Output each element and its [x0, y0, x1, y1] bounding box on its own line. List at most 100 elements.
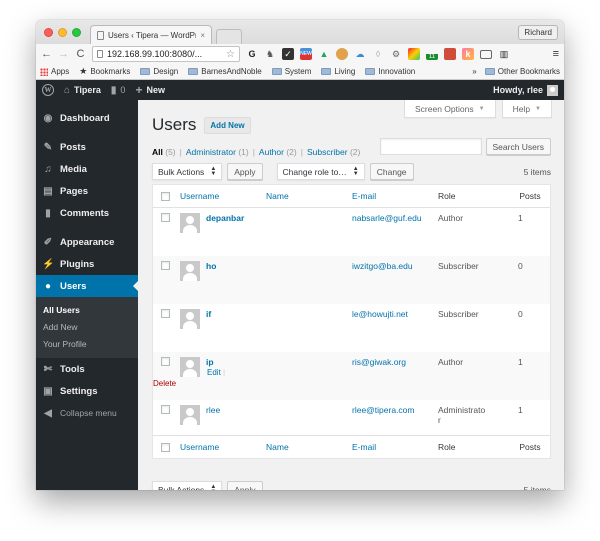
- select-all-checkbox[interactable]: [161, 442, 170, 452]
- menu-posts[interactable]: ✎ Posts: [36, 136, 138, 158]
- column-posts: Posts: [519, 442, 541, 452]
- bookmark-star-icon[interactable]: ☆: [226, 49, 235, 60]
- bulk-actions-select[interactable]: Bulk Actions ▲▼: [152, 163, 223, 180]
- folder-icon: [321, 68, 332, 75]
- menu-tools[interactable]: ✄ Tools: [36, 358, 138, 380]
- bookmark-bookmarks[interactable]: ★ Bookmarks: [79, 66, 130, 77]
- bookmark-design[interactable]: Design: [140, 67, 178, 76]
- username-link[interactable]: ho: [206, 261, 216, 281]
- settings-icon: ▣: [43, 385, 53, 397]
- close-tab-icon[interactable]: ×: [200, 31, 205, 40]
- cloud-icon[interactable]: ☁: [354, 48, 366, 60]
- chrome-new-icon[interactable]: NEW: [300, 48, 312, 60]
- address-bar[interactable]: 192.168.99.100:8080/... ☆: [92, 46, 240, 62]
- change-role-select[interactable]: Change role to… ▲ ▼: [276, 163, 365, 180]
- bulk-actions-select[interactable]: Bulk Actions ▲▼: [152, 481, 223, 490]
- edit-user-link[interactable]: Edit: [207, 368, 221, 377]
- cast-icon[interactable]: [480, 49, 492, 59]
- bookmark-other[interactable]: Other Bookmarks: [484, 67, 560, 76]
- screen-options-button[interactable]: Screen Options ▼: [404, 100, 496, 118]
- row-checkbox[interactable]: [161, 357, 170, 366]
- select-all-checkbox[interactable]: [161, 191, 170, 201]
- grammarly-icon[interactable]: G: [246, 48, 258, 60]
- search-users-button[interactable]: Search Users: [485, 138, 551, 155]
- filter-administrator[interactable]: Administrator (1): [186, 147, 249, 157]
- row-checkbox[interactable]: [161, 309, 170, 318]
- menu-settings[interactable]: ▣ Settings: [36, 380, 138, 402]
- reload-button[interactable]: C: [75, 48, 86, 60]
- gear-icon[interactable]: ⚙: [390, 48, 402, 60]
- profile-button[interactable]: Richard: [518, 25, 558, 40]
- bookmark-living[interactable]: Living: [321, 67, 355, 76]
- submenu-add-new[interactable]: Add New: [36, 318, 138, 335]
- traffic-light-icon[interactable]: ▥: [498, 48, 510, 60]
- close-window-button[interactable]: [44, 28, 53, 37]
- new-content-link[interactable]: + New: [135, 83, 165, 97]
- apply-button[interactable]: Apply: [227, 481, 263, 490]
- cookie-icon[interactable]: [336, 48, 348, 60]
- submenu-all-users[interactable]: All Users: [36, 301, 138, 318]
- comments-link[interactable]: ▮ 0: [111, 85, 126, 96]
- zoom-window-button[interactable]: [72, 28, 81, 37]
- change-role-button[interactable]: Change: [369, 163, 414, 180]
- email-link[interactable]: ris@giwak.org: [352, 357, 406, 367]
- username-link[interactable]: rlee: [206, 405, 220, 425]
- collapse-menu-button[interactable]: ◀ Collapse menu: [36, 402, 138, 424]
- menu-media[interactable]: ♫ Media: [36, 158, 138, 180]
- minimize-window-button[interactable]: [58, 28, 67, 37]
- bookmarks-overflow-button[interactable]: »: [472, 67, 476, 76]
- my-account-link[interactable]: Howdy, rlee: [493, 84, 558, 96]
- browser-tab[interactable]: Users ‹ Tipera — WordPress ×: [90, 25, 212, 45]
- bookmark-label: Bookmarks: [90, 67, 131, 76]
- column-email[interactable]: E-mail: [352, 442, 438, 452]
- forward-button[interactable]: →: [58, 48, 69, 60]
- filter-author[interactable]: Author (2): [259, 147, 297, 157]
- menu-plugins[interactable]: ⚡ Plugins: [36, 253, 138, 275]
- menu-pages[interactable]: ▤ Pages: [36, 180, 138, 202]
- activity-badge-icon[interactable]: 11: [426, 48, 438, 60]
- column-username[interactable]: Username: [180, 442, 266, 452]
- username-link[interactable]: if: [206, 309, 211, 329]
- color-app-icon[interactable]: [408, 48, 420, 60]
- filter-all[interactable]: All (5): [152, 147, 176, 157]
- email-link[interactable]: le@howujti.net: [352, 309, 408, 319]
- google-drive-icon[interactable]: ▲: [318, 48, 330, 60]
- bookmark-apps[interactable]: Apps: [40, 67, 69, 76]
- menu-icon[interactable]: ≡: [553, 48, 559, 60]
- row-checkbox[interactable]: [161, 405, 170, 414]
- email-link[interactable]: rlee@tipera.com: [352, 405, 414, 415]
- add-new-user-button[interactable]: Add New: [204, 116, 251, 134]
- back-button[interactable]: ←: [41, 48, 52, 60]
- delete-user-link[interactable]: Delete: [153, 379, 225, 388]
- submenu-your-profile[interactable]: Your Profile: [36, 335, 138, 352]
- apply-button[interactable]: Apply: [227, 163, 263, 180]
- row-checkbox[interactable]: [161, 261, 170, 270]
- new-tab-button[interactable]: [216, 29, 242, 44]
- bookmark-barnesandnoble[interactable]: BarnesAndNoble: [188, 67, 262, 76]
- username-link[interactable]: depanbar: [206, 213, 244, 233]
- column-name[interactable]: Name: [266, 442, 352, 452]
- filter-subscriber[interactable]: Subscriber (2): [307, 147, 360, 157]
- column-name[interactable]: Name: [266, 191, 352, 201]
- column-username[interactable]: Username: [180, 191, 266, 201]
- menu-appearance[interactable]: ✐ Appearance: [36, 231, 138, 253]
- menu-users[interactable]: ● Users: [36, 275, 138, 297]
- filter-label: Administrator: [185, 147, 236, 157]
- email-link[interactable]: nabsarle@guf.edu: [352, 213, 422, 223]
- menu-dashboard[interactable]: ◉ Dashboard: [36, 107, 138, 129]
- evernote-icon[interactable]: ♞: [264, 48, 276, 60]
- bookmark-system[interactable]: System: [271, 67, 311, 76]
- email-link[interactable]: iwzitgo@ba.edu: [352, 261, 413, 271]
- red-book-icon[interactable]: [444, 48, 456, 60]
- checkmark-icon[interactable]: ✓: [282, 48, 294, 60]
- bookmark-innovation[interactable]: Innovation: [365, 67, 415, 76]
- site-name-link[interactable]: ⌂ Tipera: [64, 85, 101, 96]
- menu-comments[interactable]: ▮ Comments: [36, 202, 138, 224]
- row-checkbox[interactable]: [161, 213, 170, 222]
- k-app-icon[interactable]: k: [462, 48, 474, 60]
- column-email[interactable]: E-mail: [352, 191, 438, 201]
- wordpress-logo-icon[interactable]: W: [42, 84, 54, 96]
- help-button[interactable]: Help ▼: [501, 100, 552, 118]
- shield-icon[interactable]: ◊: [372, 48, 384, 60]
- search-input[interactable]: [379, 138, 482, 155]
